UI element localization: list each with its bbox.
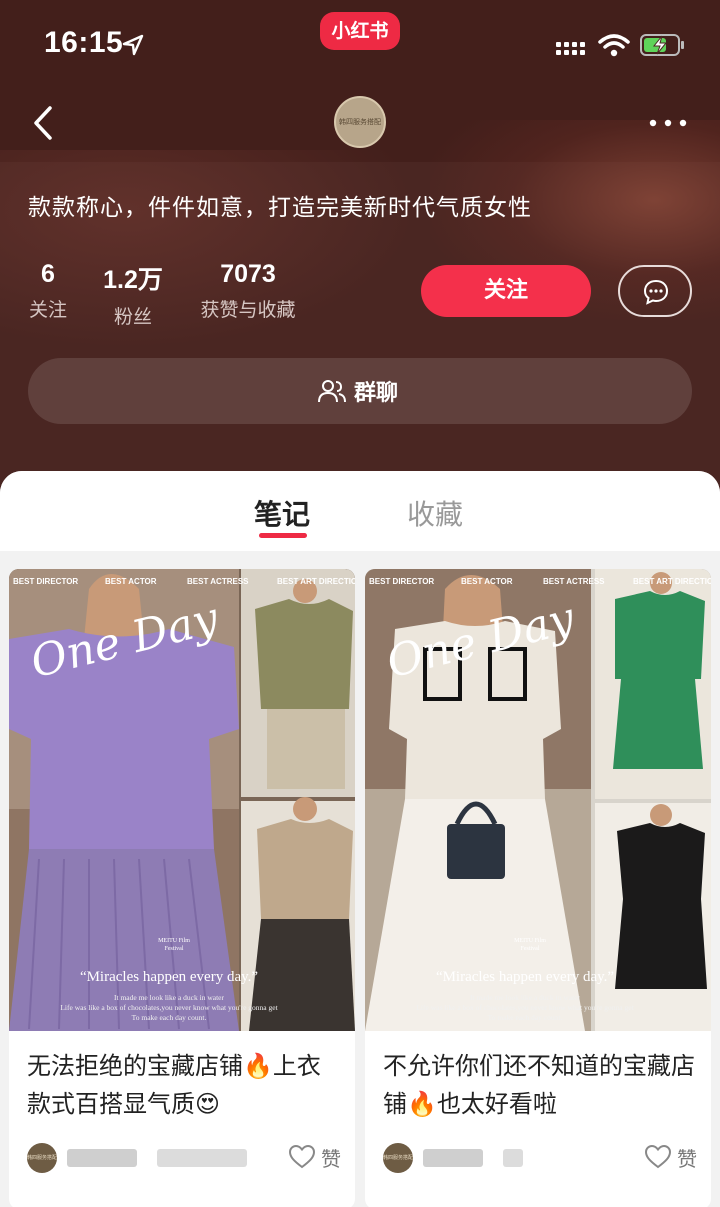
award-label: BEST ART DIRECTION: [277, 577, 355, 586]
tab-notes[interactable]: 笔记: [254, 493, 310, 533]
cover-quote: “Miracles happen every day.”: [79, 969, 259, 985]
like-label: 赞: [321, 1147, 341, 1171]
author-name-redacted: [157, 1149, 247, 1167]
signal-icon: [556, 42, 585, 55]
cover-fine-print: It made me look like a duck in water Lif…: [365, 993, 685, 1023]
fine-print-line: To make each day count.: [131, 1013, 207, 1022]
author-avatar[interactable]: 韩四服务搭配: [383, 1143, 413, 1173]
tab-collections[interactable]: 收藏: [407, 493, 463, 533]
note-footer: 韩四服务搭配 赞: [383, 1139, 699, 1179]
festival-badge: MEITU Film Festival: [158, 938, 190, 952]
note-cover-image[interactable]: BEST DIRECTOR BEST ACTOR BEST ACTRESS BE…: [9, 569, 355, 1031]
back-arrow-icon[interactable]: [30, 104, 58, 142]
award-label: BEST DIRECTOR: [369, 577, 435, 586]
stat-followers-count: 1.2万: [103, 266, 163, 294]
follow-button[interactable]: 关注: [421, 265, 591, 317]
location-arrow-icon: [122, 34, 144, 56]
profile-header: 16:15 小红书 韩四服务搭配 款款称心，件件如意，打造完美新时代气质女性 6…: [0, 0, 720, 500]
note-card[interactable]: BEST DIRECTOR BEST ACTOR BEST ACTRESS BE…: [9, 569, 355, 1207]
more-options-icon[interactable]: [648, 118, 688, 128]
chat-bubble-icon: [643, 279, 669, 305]
note-footer: 韩四服务搭配 赞: [27, 1139, 343, 1179]
award-label: BEST ACTOR: [461, 577, 513, 586]
award-label: BEST ACTRESS: [543, 577, 605, 586]
award-header-strip: BEST DIRECTOR BEST ACTOR BEST ACTRESS BE…: [365, 575, 711, 591]
note-title[interactable]: 不允许你们还不知道的宝藏店铺🔥也太好看啦: [383, 1047, 699, 1123]
stat-following-count: 6: [41, 260, 55, 288]
group-chat-button[interactable]: 群聊: [28, 358, 692, 424]
fine-print-line: To make each day count.: [487, 1013, 563, 1022]
fine-print-line: Life was like a box of chocolates,you ne…: [416, 1003, 634, 1012]
fine-print-line: It made me look like a duck in water: [114, 993, 224, 1002]
stat-followers-label: 粉丝: [113, 306, 152, 328]
stat-following-label: 关注: [28, 299, 67, 321]
author-name-redacted: [503, 1149, 523, 1167]
award-label: BEST DIRECTOR: [13, 577, 79, 586]
fine-print-line: Life was like a box of chocolates,you ne…: [60, 1003, 278, 1012]
note-title[interactable]: 无法拒绝的宝藏店铺🔥上衣款式百搭显气质😍: [27, 1047, 343, 1123]
author-name-redacted: [67, 1149, 137, 1167]
top-nav: 韩四服务搭配: [0, 90, 720, 160]
cover-quote: “Miracles happen every day.”: [435, 969, 615, 985]
notes-content: 笔记 收藏 BEST DIRECTOR BEST ACTOR BEST ACTR…: [0, 471, 720, 1207]
profile-tabs: 笔记 收藏: [0, 471, 720, 551]
award-header-strip: BEST DIRECTOR BEST ACTOR BEST ACTRESS BE…: [9, 575, 355, 591]
profile-avatar[interactable]: 韩四服务搭配: [334, 96, 386, 148]
cover-fine-print: It made me look like a duck in water Lif…: [9, 993, 329, 1023]
author-avatar[interactable]: 韩四服务搭配: [27, 1143, 57, 1173]
group-people-icon: [318, 380, 346, 403]
stat-likes-collects[interactable]: 7073 获赞与收藏: [196, 260, 300, 322]
profile-bio: 款款称心，件件如意，打造完美新时代气质女性: [28, 195, 532, 221]
fine-print-line: It made me look like a duck in water: [470, 993, 580, 1002]
stat-followers[interactable]: 1.2万 粉丝: [100, 260, 166, 329]
status-bar: 16:15 小红书: [0, 0, 720, 90]
note-cover-image[interactable]: BEST DIRECTOR BEST ACTOR BEST ACTRESS BE…: [365, 569, 711, 1031]
author-name-redacted: [423, 1149, 483, 1167]
award-label: BEST ACTOR: [105, 577, 157, 586]
stat-likes-label: 获赞与收藏: [200, 299, 296, 321]
heart-icon[interactable]: [645, 1145, 671, 1169]
app-logo-badge: 小红书: [320, 12, 400, 50]
heart-icon[interactable]: [289, 1145, 315, 1169]
like-label: 赞: [677, 1147, 697, 1171]
stat-likes-count: 7073: [220, 260, 276, 288]
message-button[interactable]: [618, 265, 692, 317]
wifi-icon: [598, 34, 630, 57]
note-card[interactable]: BEST DIRECTOR BEST ACTOR BEST ACTRESS BE…: [365, 569, 711, 1207]
award-label: BEST ACTRESS: [187, 577, 249, 586]
festival-badge: MEITU Film Festival: [514, 938, 546, 952]
award-label: BEST ART DIRECTION: [633, 577, 711, 586]
stat-following[interactable]: 6 关注: [28, 260, 68, 322]
status-time: 16:15: [44, 26, 124, 59]
battery-charging-icon: [640, 34, 684, 56]
active-tab-indicator: [259, 533, 307, 538]
group-chat-label: 群聊: [354, 381, 399, 406]
